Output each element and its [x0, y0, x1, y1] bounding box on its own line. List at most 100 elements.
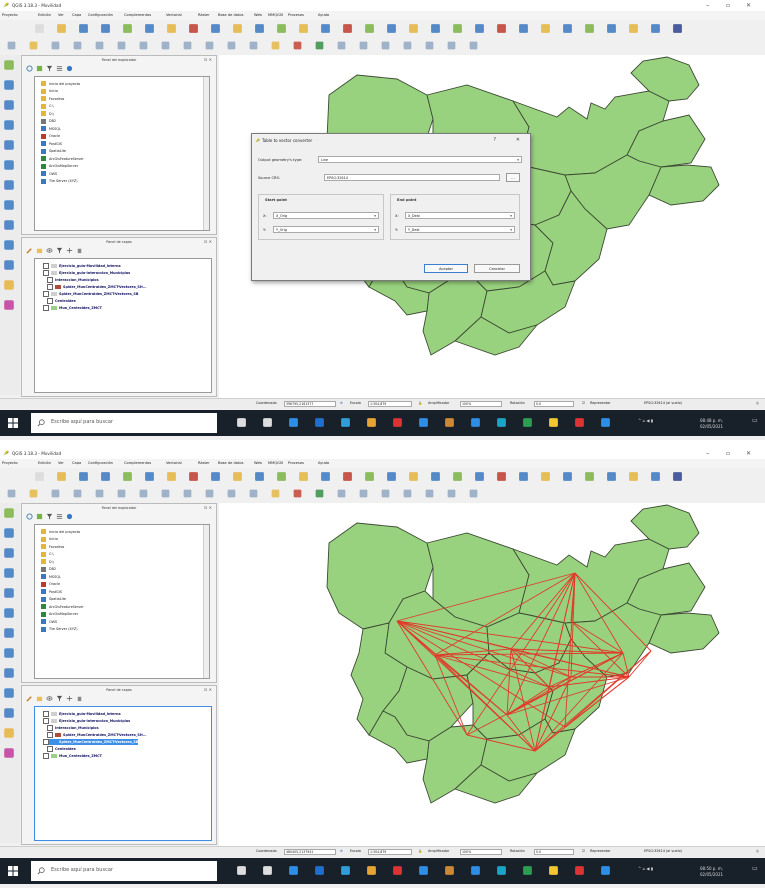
- add-postgis-icon[interactable]: [3, 139, 15, 151]
- menu-item-vectorial[interactable]: Vectorial: [166, 13, 182, 17]
- magnifier-field[interactable]: 100%: [460, 848, 502, 855]
- layer-item[interactable]: Spider_MunCentroides_ZMCT-Vectores_SB: [43, 291, 138, 297]
- layout-icon[interactable]: [672, 23, 683, 34]
- browser-item[interactable]: DB2: [41, 118, 56, 125]
- deselect-icon[interactable]: [474, 23, 485, 34]
- add-spatialite-icon[interactable]: [3, 119, 15, 131]
- diagram-icon[interactable]: [292, 40, 303, 51]
- menu-item-base-de-datos[interactable]: Base de datos: [218, 13, 244, 17]
- style-icon[interactable]: [26, 695, 33, 702]
- render-checkbox[interactable]: ☑: [582, 401, 585, 405]
- browser-item[interactable]: ArcGisMapServer: [41, 611, 78, 618]
- explorer-icon[interactable]: [366, 865, 377, 876]
- qgis-taskbar-icon[interactable]: [548, 865, 559, 876]
- layout-manager-icon[interactable]: [144, 23, 155, 34]
- lock-icon[interactable]: 🔒: [418, 401, 422, 405]
- layer-item[interactable]: Spider_MunCentroides_ZMCT-Vectores_SH...: [47, 284, 147, 290]
- layout-manager-icon[interactable]: [144, 471, 155, 482]
- browser-scrollbar[interactable]: [203, 77, 209, 230]
- layer-visibility-checkbox[interactable]: [43, 718, 49, 724]
- widgets-icon[interactable]: [262, 865, 273, 876]
- add-postgis-icon[interactable]: [3, 587, 15, 599]
- add-wms-icon[interactable]: [3, 179, 15, 191]
- layer-visibility-checkbox[interactable]: [47, 732, 53, 738]
- save-as-icon[interactable]: [100, 471, 111, 482]
- word-icon[interactable]: [470, 865, 481, 876]
- layer-visibility-checkbox[interactable]: [47, 277, 53, 283]
- task-view-icon[interactable]: [236, 865, 247, 876]
- change-label-icon[interactable]: [402, 488, 413, 499]
- crs-status[interactable]: EPSG:32614 (al vuelo): [644, 401, 682, 405]
- expand-icon[interactable]: [66, 695, 73, 702]
- menu-item-ayuda[interactable]: Ayuda: [318, 461, 329, 465]
- bookmark-icon[interactable]: [386, 23, 397, 34]
- browser-item[interactable]: PostGIS: [41, 588, 62, 595]
- teams-icon[interactable]: [496, 865, 507, 876]
- layer-item[interactable]: Ejercicio_guia-Movilidad_Interna: [43, 711, 121, 717]
- layer-visibility-checkbox[interactable]: [47, 284, 53, 290]
- maximize-icon[interactable]: ▫: [726, 2, 730, 9]
- windows-start-icon[interactable]: [8, 866, 18, 876]
- paste-icon[interactable]: [204, 40, 215, 51]
- browser-item[interactable]: ArcGisFeatureServer: [41, 155, 84, 162]
- zoom-layer-icon[interactable]: [276, 23, 287, 34]
- expand-icon[interactable]: [66, 247, 73, 254]
- menu-item-procesos[interactable]: Procesos: [288, 461, 304, 465]
- menu-item-mmqgis[interactable]: MMQGIS: [268, 13, 283, 17]
- menu-item-complementos[interactable]: Complementos: [124, 461, 151, 465]
- filter-icon[interactable]: [56, 695, 63, 702]
- minimize-icon[interactable]: –: [706, 449, 710, 457]
- zoom-full-icon[interactable]: [254, 471, 265, 482]
- crs-select-button[interactable]: ...: [506, 173, 520, 182]
- delete-selected-icon[interactable]: [138, 488, 149, 499]
- browser-item[interactable]: MSSQL: [41, 573, 61, 580]
- layer-visibility-checkbox[interactable]: [43, 305, 49, 311]
- undo-icon[interactable]: [226, 40, 237, 51]
- add-delimited-text-icon[interactable]: [3, 547, 15, 559]
- move-feature-icon[interactable]: [94, 40, 105, 51]
- menu-item-proyecto[interactable]: Proyecto: [2, 13, 18, 17]
- browser-item[interactable]: Oracle: [41, 133, 60, 140]
- layer-visibility-checkbox[interactable]: [47, 725, 53, 731]
- scale-field[interactable]: 1:304,879: [368, 848, 412, 855]
- move-label-icon[interactable]: [358, 40, 369, 51]
- menu-item-ver[interactable]: Ver: [58, 13, 64, 17]
- eye-icon[interactable]: [46, 695, 53, 702]
- vertex-tool-icon[interactable]: [116, 488, 127, 499]
- cancel-button[interactable]: Cancelar: [474, 264, 520, 273]
- refresh-icon[interactable]: [408, 471, 419, 482]
- statistics-icon[interactable]: [518, 471, 529, 482]
- add-vector-layer-icon[interactable]: [3, 59, 15, 71]
- layer-visibility-checkbox[interactable]: [43, 263, 49, 269]
- layer-visibility-checkbox[interactable]: [43, 291, 49, 297]
- dialog-close-icon[interactable]: ✕: [516, 137, 520, 143]
- menu-item-complementos[interactable]: Complementos: [124, 13, 151, 17]
- menu-item-ayuda[interactable]: Ayuda: [318, 13, 329, 17]
- magnifier-field[interactable]: 100%: [460, 400, 502, 407]
- browser-item[interactable]: MSSQL: [41, 125, 61, 132]
- browser-item[interactable]: PostGIS: [41, 140, 62, 147]
- toggle-display-icon[interactable]: [424, 40, 435, 51]
- pdf-icon[interactable]: [574, 417, 585, 428]
- browser-item[interactable]: D:\: [41, 110, 54, 117]
- info-icon[interactable]: [66, 513, 73, 520]
- open-folder-icon[interactable]: [56, 471, 67, 482]
- layer-visibility-checkbox[interactable]: [43, 753, 49, 759]
- new-shapefile-icon[interactable]: [3, 707, 15, 719]
- mail-icon[interactable]: [314, 417, 325, 428]
- toggle-editing-icon[interactable]: [28, 488, 39, 499]
- new-shapefile-icon[interactable]: [3, 259, 15, 271]
- browser-item[interactable]: Inicio: [41, 88, 58, 95]
- browser-scrollbar[interactable]: [203, 525, 209, 678]
- label-tool-icon[interactable]: [270, 488, 281, 499]
- move-label-icon[interactable]: [358, 488, 369, 499]
- new-scratch-layer-icon[interactable]: [3, 299, 15, 311]
- panel-close-icon[interactable]: ⊡ ✕: [204, 238, 212, 246]
- firefox-icon[interactable]: [444, 417, 455, 428]
- layer-item[interactable]: Spider_MunCentroides_ZMCT-Vectores_SB: [43, 739, 139, 745]
- diagram-icon[interactable]: [292, 488, 303, 499]
- select-icon[interactable]: [452, 471, 463, 482]
- zoom-out-icon[interactable]: [232, 23, 243, 34]
- browser-item[interactable]: SpatiaLite: [41, 596, 66, 603]
- menu-item-r-ster[interactable]: Ráster: [198, 13, 210, 17]
